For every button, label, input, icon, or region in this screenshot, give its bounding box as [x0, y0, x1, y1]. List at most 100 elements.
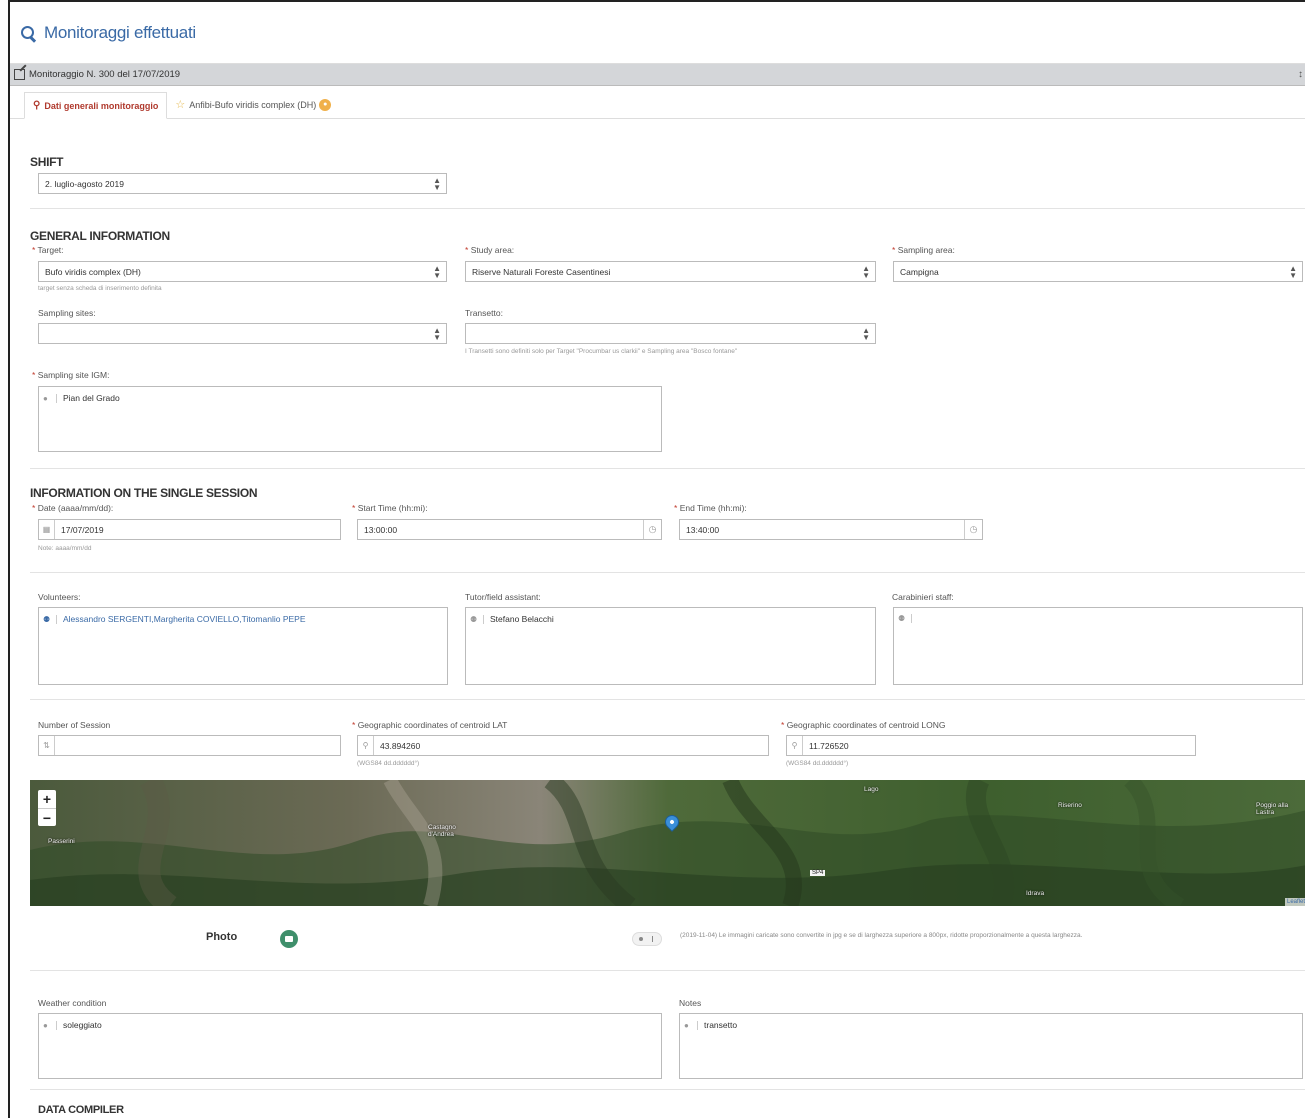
users-icon: ⚉: [43, 614, 57, 624]
road-label: SP4: [810, 870, 826, 876]
session-number-input[interactable]: ⇅: [38, 735, 341, 756]
select-arrow-icon: ▲ ▼: [862, 264, 870, 280]
lat-help: (WGS84 dd.dddddd°): [357, 760, 420, 767]
lat-value: 43.894260: [380, 740, 421, 751]
tutor-row: ⚉ Stefano Belacchi: [470, 614, 554, 624]
volunteers-value: Alessandro SERGENTI,Margherita COVIELLO,…: [63, 614, 306, 624]
map-attribution[interactable]: Leaflet: [1284, 898, 1305, 906]
collapse-icon[interactable]: ↕: [1298, 69, 1303, 80]
select-arrow-icon: ▲ ▼: [433, 264, 441, 280]
info-badge-icon: ●: [319, 98, 332, 111]
long-help: (WGS84 dd.dddddd°): [786, 760, 849, 767]
sort-icon: ⇅: [39, 736, 55, 755]
carabinieri-row: ⚉: [898, 614, 918, 623]
study-area-select[interactable]: Riserve Naturali Foreste Casentinesi ▲ ▼: [465, 261, 876, 282]
tab-label: Anfibi-Bufo viridis complex (DH): [189, 99, 317, 110]
tutor-textarea[interactable]: ⚉ Stefano Belacchi: [465, 607, 876, 685]
page-title: Monitoraggi effettuati: [44, 22, 196, 42]
divider: [30, 572, 1305, 573]
divider: [30, 208, 1305, 209]
map-place-label: Passerini: [48, 838, 75, 845]
tab-bar: ⚲ Dati generali monitoraggio ☆ Anfibi-Bu…: [10, 89, 1305, 119]
weather-textarea[interactable]: ● soleggiato: [38, 1013, 662, 1079]
map-place-label: Poggio alla Lastra: [1256, 802, 1289, 816]
page-header: Monitoraggi effettuati: [10, 2, 1305, 64]
users-icon: ⚉: [898, 614, 912, 623]
transetto-label: Transetto:: [465, 308, 503, 318]
map-marker-icon: ⚲: [787, 736, 803, 755]
zoom-in-button[interactable]: +: [38, 790, 56, 808]
igm-textarea[interactable]: ● Pian del Grado: [38, 386, 662, 452]
study-area-label: * Study area:: [465, 245, 515, 255]
map-place-label: Idrava: [1026, 890, 1045, 897]
start-time-input[interactable]: 13:00:00 ◷: [357, 519, 662, 540]
lat-input[interactable]: ⚲ 43.894260: [357, 735, 769, 756]
date-value: 17/07/2019: [61, 524, 104, 535]
clock-icon[interactable]: ◷: [643, 520, 661, 539]
sampling-area-value: Campigna: [900, 266, 939, 277]
carabinieri-textarea[interactable]: ⚉: [893, 607, 1303, 685]
tab-general-data[interactable]: ⚲ Dati generali monitoraggio: [24, 92, 168, 119]
target-help: target senza scheda di inserimento defin…: [38, 285, 162, 292]
clock-icon[interactable]: ◷: [964, 520, 982, 539]
long-value: 11.726520: [809, 740, 849, 751]
sampling-area-select[interactable]: Campigna ▲ ▼: [893, 261, 1303, 282]
select-arrow-icon: ▲ ▼: [433, 176, 441, 192]
tab-anfibi[interactable]: ☆ Anfibi-Bufo viridis complex (DH) ●: [167, 91, 339, 118]
end-time-value: 13:40:00: [686, 524, 720, 535]
tab-label: Dati generali monitoraggio: [44, 100, 159, 111]
transetto-help: I Transetti sono definiti solo per Targe…: [465, 348, 738, 355]
study-area-value: Riserve Naturali Foreste Casentinesi: [472, 266, 611, 277]
shift-title: SHIFT: [30, 155, 64, 169]
target-label: * Target:: [32, 245, 64, 255]
zoom-out-button[interactable]: −: [38, 808, 56, 826]
map-marker-icon: ⚲: [358, 736, 374, 755]
volunteers-textarea[interactable]: ⚉ Alessandro SERGENTI,Margherita COVIELL…: [38, 607, 448, 685]
transetto-select[interactable]: ▲ ▼: [465, 323, 876, 344]
tutor-label: Tutor/field assistant:: [465, 592, 541, 602]
date-label: * Date (aaaa/mm/dd):: [32, 503, 114, 513]
session-number-label: Number of Session: [38, 720, 111, 730]
comment-icon: ●: [43, 393, 57, 403]
comment-icon: ●: [43, 1020, 57, 1030]
long-label: * Geographic coordinates of centroid LON…: [781, 720, 946, 730]
divider: [30, 468, 1305, 469]
map-place-label: Riserino: [1058, 802, 1082, 809]
date-help: Note: aaaa/mm/dd: [38, 545, 92, 552]
end-time-input[interactable]: 13:40:00 ◷: [679, 519, 983, 540]
search-icon[interactable]: [20, 25, 36, 41]
map-terrain: [30, 780, 1305, 906]
igm-value: Pian del Grado: [63, 393, 120, 403]
volunteers-label: Volunteers:: [38, 592, 81, 602]
target-value: Bufo viridis complex (DH): [45, 266, 141, 277]
notes-textarea[interactable]: ● transetto: [679, 1013, 1303, 1079]
sampling-sites-select[interactable]: ▲ ▼: [38, 323, 447, 344]
map-place-label: Lago: [864, 786, 879, 793]
select-arrow-icon: ▲ ▼: [433, 326, 441, 342]
target-select[interactable]: Bufo viridis complex (DH) ▲ ▼: [38, 261, 447, 282]
tutor-value: Stefano Belacchi: [490, 614, 554, 624]
long-input[interactable]: ⚲ 11.726520: [786, 735, 1196, 756]
divider: [30, 1089, 1305, 1090]
satellite-map[interactable]: + − Passerini Castagno d'Andrea Lago Ris…: [30, 780, 1305, 906]
session-title: INFORMATION ON THE SINGLE SESSION: [30, 486, 258, 500]
shift-select[interactable]: 2. luglio-agosto 2019 ▲ ▼: [38, 173, 447, 194]
map-pin-icon: ⚲: [33, 100, 41, 111]
photo-note: (2019-11-04) Le immagini caricate sono c…: [680, 932, 1083, 939]
select-arrow-icon: ▲ ▼: [862, 326, 870, 342]
date-input[interactable]: ▦ 17/07/2019: [38, 519, 341, 540]
map-place-label: Castagno d'Andrea: [428, 824, 456, 838]
notes-value: transetto: [704, 1020, 738, 1030]
select-arrow-icon: ▲ ▼: [1289, 264, 1297, 280]
notes-label: Notes: [679, 998, 702, 1008]
carabinieri-label: Carabinieri staff:: [892, 592, 954, 602]
weather-value: soleggiato: [63, 1020, 102, 1030]
photo-toggle[interactable]: [632, 932, 662, 946]
calendar-icon[interactable]: ▦: [39, 520, 55, 539]
data-compiler-title: DATA COMPILER: [38, 1104, 124, 1116]
sampling-area-label: * Sampling area:: [892, 245, 955, 255]
camera-icon[interactable]: [280, 930, 298, 948]
start-time-value: 13:00:00: [364, 524, 398, 535]
volunteers-row: ⚉ Alessandro SERGENTI,Margherita COVIELL…: [43, 614, 306, 624]
users-icon: ⚉: [470, 614, 484, 624]
